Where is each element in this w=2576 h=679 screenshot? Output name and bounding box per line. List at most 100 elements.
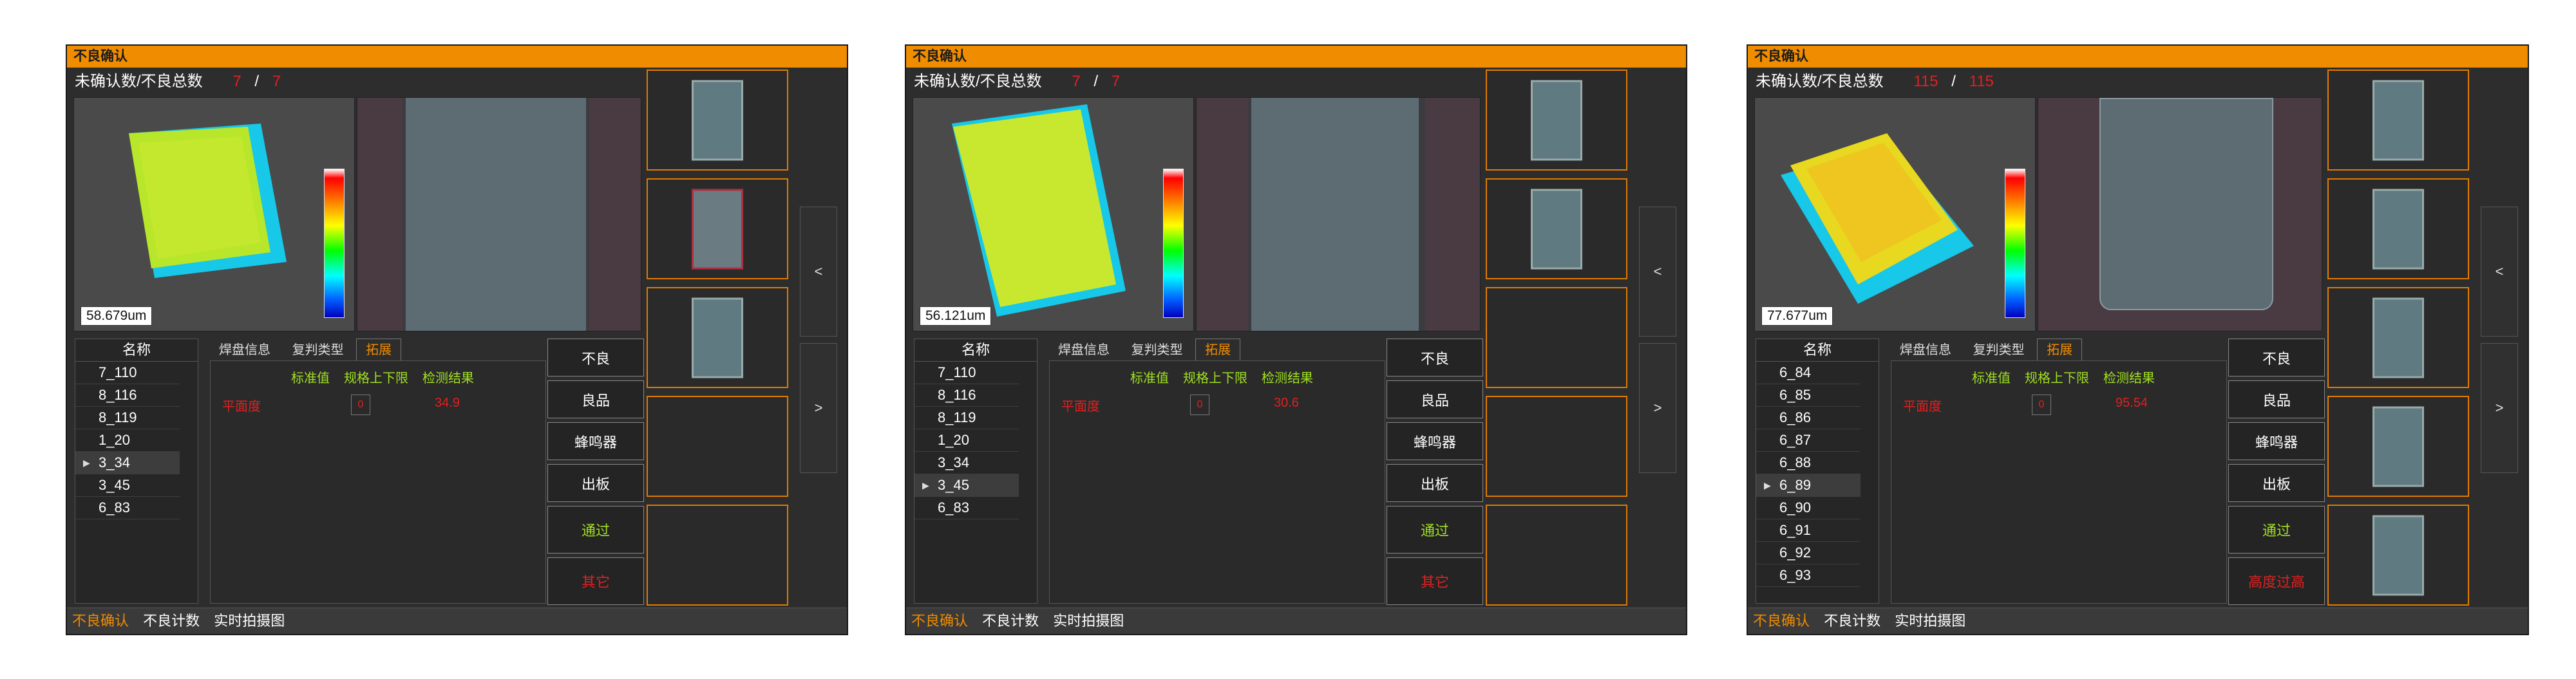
tab-defect-confirm[interactable]: 不良确认 (67, 608, 134, 634)
list-item[interactable]: 8_119 (914, 407, 1019, 429)
tab-extension[interactable]: 拓展 (356, 339, 402, 361)
next-button[interactable]: > (1639, 343, 1676, 473)
tab-review-type[interactable]: 复判类型 (1964, 339, 2034, 361)
3d-height-view[interactable]: 77.677um (1754, 97, 2036, 331)
tab-live-capture[interactable]: 实时拍摄图 (209, 608, 290, 634)
list-item[interactable]: 6_83 (914, 497, 1019, 519)
tab-defect-count[interactable]: 不良计数 (977, 608, 1044, 634)
eject-board-button[interactable]: 出板 (1387, 464, 1483, 502)
tab-live-capture[interactable]: 实时拍摄图 (1048, 608, 1129, 634)
list-item[interactable]: 7_110 (914, 362, 1019, 384)
count-separator: / (254, 73, 260, 90)
thumbnail-empty[interactable] (647, 505, 788, 606)
camera-view[interactable] (2038, 97, 2322, 331)
thumbnail[interactable] (647, 178, 788, 279)
pass-button[interactable]: 通过 (547, 506, 644, 553)
height-measurement: 56.121um (920, 306, 992, 326)
list-item[interactable]: 6_92 (1756, 542, 1861, 564)
tab-live-capture[interactable]: 实时拍摄图 (1889, 608, 1971, 634)
info-tabs: 焊盘信息 复判类型 拓展 (1049, 339, 1241, 361)
3d-height-view[interactable]: 56.121um (913, 97, 1194, 331)
list-item[interactable]: 3_45 (75, 474, 180, 497)
prev-button[interactable]: < (2481, 207, 2518, 337)
thumbnail[interactable] (1486, 70, 1627, 171)
list-item[interactable]: 7_110 (75, 362, 180, 384)
list-item[interactable]: 1_20 (75, 429, 180, 452)
thumbnail[interactable] (2327, 178, 2469, 279)
list-item[interactable]: 6_88 (1756, 452, 1861, 474)
pass-button[interactable]: 通过 (2228, 506, 2325, 553)
list-item[interactable]: 6_86 (1756, 407, 1861, 429)
thumbnail[interactable] (2327, 70, 2469, 171)
next-button[interactable]: > (2481, 343, 2518, 473)
thumbnail-empty[interactable] (1486, 396, 1627, 497)
tab-review-type[interactable]: 复判类型 (1122, 339, 1192, 361)
good-button[interactable]: 良品 (547, 380, 644, 418)
camera-view[interactable] (1196, 97, 1481, 331)
info-tabs: 焊盘信息 复判类型 拓展 (1891, 339, 2083, 361)
height-colorbar (1163, 169, 1184, 318)
list-scrollbar[interactable] (1023, 362, 1034, 600)
defect-type-button[interactable]: 其它 (1387, 557, 1483, 605)
tab-defect-count[interactable]: 不良计数 (138, 608, 205, 634)
list-item[interactable]: 6_91 (1756, 519, 1861, 542)
tab-review-type[interactable]: 复判类型 (283, 339, 353, 361)
pass-button[interactable]: 通过 (1387, 506, 1483, 553)
thumbnail[interactable] (647, 70, 788, 171)
tab-defect-confirm[interactable]: 不良确认 (906, 608, 973, 634)
list-item[interactable]: 6_84 (1756, 362, 1861, 384)
tab-extension[interactable]: 拓展 (1195, 339, 1241, 361)
list-item[interactable]: 6_85 (1756, 384, 1861, 407)
inspection-info: 标准值 规格上下限 检测结果 平面度 0 34.9 (210, 360, 546, 604)
tab-pad-info[interactable]: 焊盘信息 (1049, 339, 1119, 361)
defect-type-button[interactable]: 其它 (547, 557, 644, 605)
thumbnail[interactable] (2327, 396, 2469, 497)
list-item[interactable]: 8_116 (914, 384, 1019, 407)
list-item[interactable]: 6_93 (1756, 564, 1861, 587)
defect-button[interactable]: 不良 (1387, 339, 1483, 377)
eject-board-button[interactable]: 出板 (547, 464, 644, 502)
thumbnail-empty[interactable] (1486, 287, 1627, 388)
list-item[interactable]: 8_119 (75, 407, 180, 429)
list-scrollbar[interactable] (1864, 362, 1876, 600)
defect-type-button[interactable]: 高度过高 (2228, 557, 2325, 605)
list-item[interactable]: 6_90 (1756, 497, 1861, 519)
list-item[interactable]: 8_116 (75, 384, 180, 407)
buzzer-button[interactable]: 蜂鸣器 (547, 422, 644, 460)
thumbnail-empty[interactable] (1486, 505, 1627, 606)
list-item[interactable]: 6_83 (75, 497, 180, 519)
good-button[interactable]: 良品 (2228, 380, 2325, 418)
list-item[interactable]: 1_20 (914, 429, 1019, 452)
list-item[interactable]: 6_87 (1756, 429, 1861, 452)
buzzer-button[interactable]: 蜂鸣器 (2228, 422, 2325, 460)
thumbnail[interactable] (647, 287, 788, 388)
good-button[interactable]: 良品 (1387, 380, 1483, 418)
defect-button[interactable]: 不良 (547, 339, 644, 377)
buzzer-button[interactable]: 蜂鸣器 (1387, 422, 1483, 460)
next-button[interactable]: > (800, 343, 837, 473)
list-item-selected[interactable]: ▶ 3_45 (914, 474, 1019, 497)
thumbnail-nav: < > (800, 207, 838, 479)
tab-pad-info[interactable]: 焊盘信息 (1891, 339, 1960, 361)
thumbnail[interactable] (1486, 178, 1627, 279)
list-scrollbar[interactable] (184, 362, 195, 600)
list-item[interactable]: 3_34 (914, 452, 1019, 474)
prev-button[interactable]: < (800, 207, 837, 337)
thumbnail[interactable] (2327, 287, 2469, 388)
row-label: 平面度 (1061, 400, 1100, 414)
thumbnail[interactable] (2327, 505, 2469, 606)
tab-extension[interactable]: 拓展 (2037, 339, 2083, 361)
prev-button[interactable]: < (1639, 207, 1676, 337)
camera-view[interactable] (357, 97, 641, 331)
tab-defect-confirm[interactable]: 不良确认 (1748, 608, 1815, 634)
list-header: 名称 (914, 339, 1037, 362)
list-item-selected[interactable]: ▶ 3_34 (75, 452, 180, 474)
defect-list: 名称 6_84 6_85 6_86 6_87 6_88 ▶ 6_89 6_90 6… (1756, 339, 1879, 604)
defect-button[interactable]: 不良 (2228, 339, 2325, 377)
eject-board-button[interactable]: 出板 (2228, 464, 2325, 502)
tab-defect-count[interactable]: 不良计数 (1819, 608, 1886, 634)
tab-pad-info[interactable]: 焊盘信息 (210, 339, 279, 361)
list-item-selected[interactable]: ▶ 6_89 (1756, 474, 1861, 497)
thumbnail-empty[interactable] (647, 396, 788, 497)
3d-height-view[interactable]: 58.679um (73, 97, 355, 331)
